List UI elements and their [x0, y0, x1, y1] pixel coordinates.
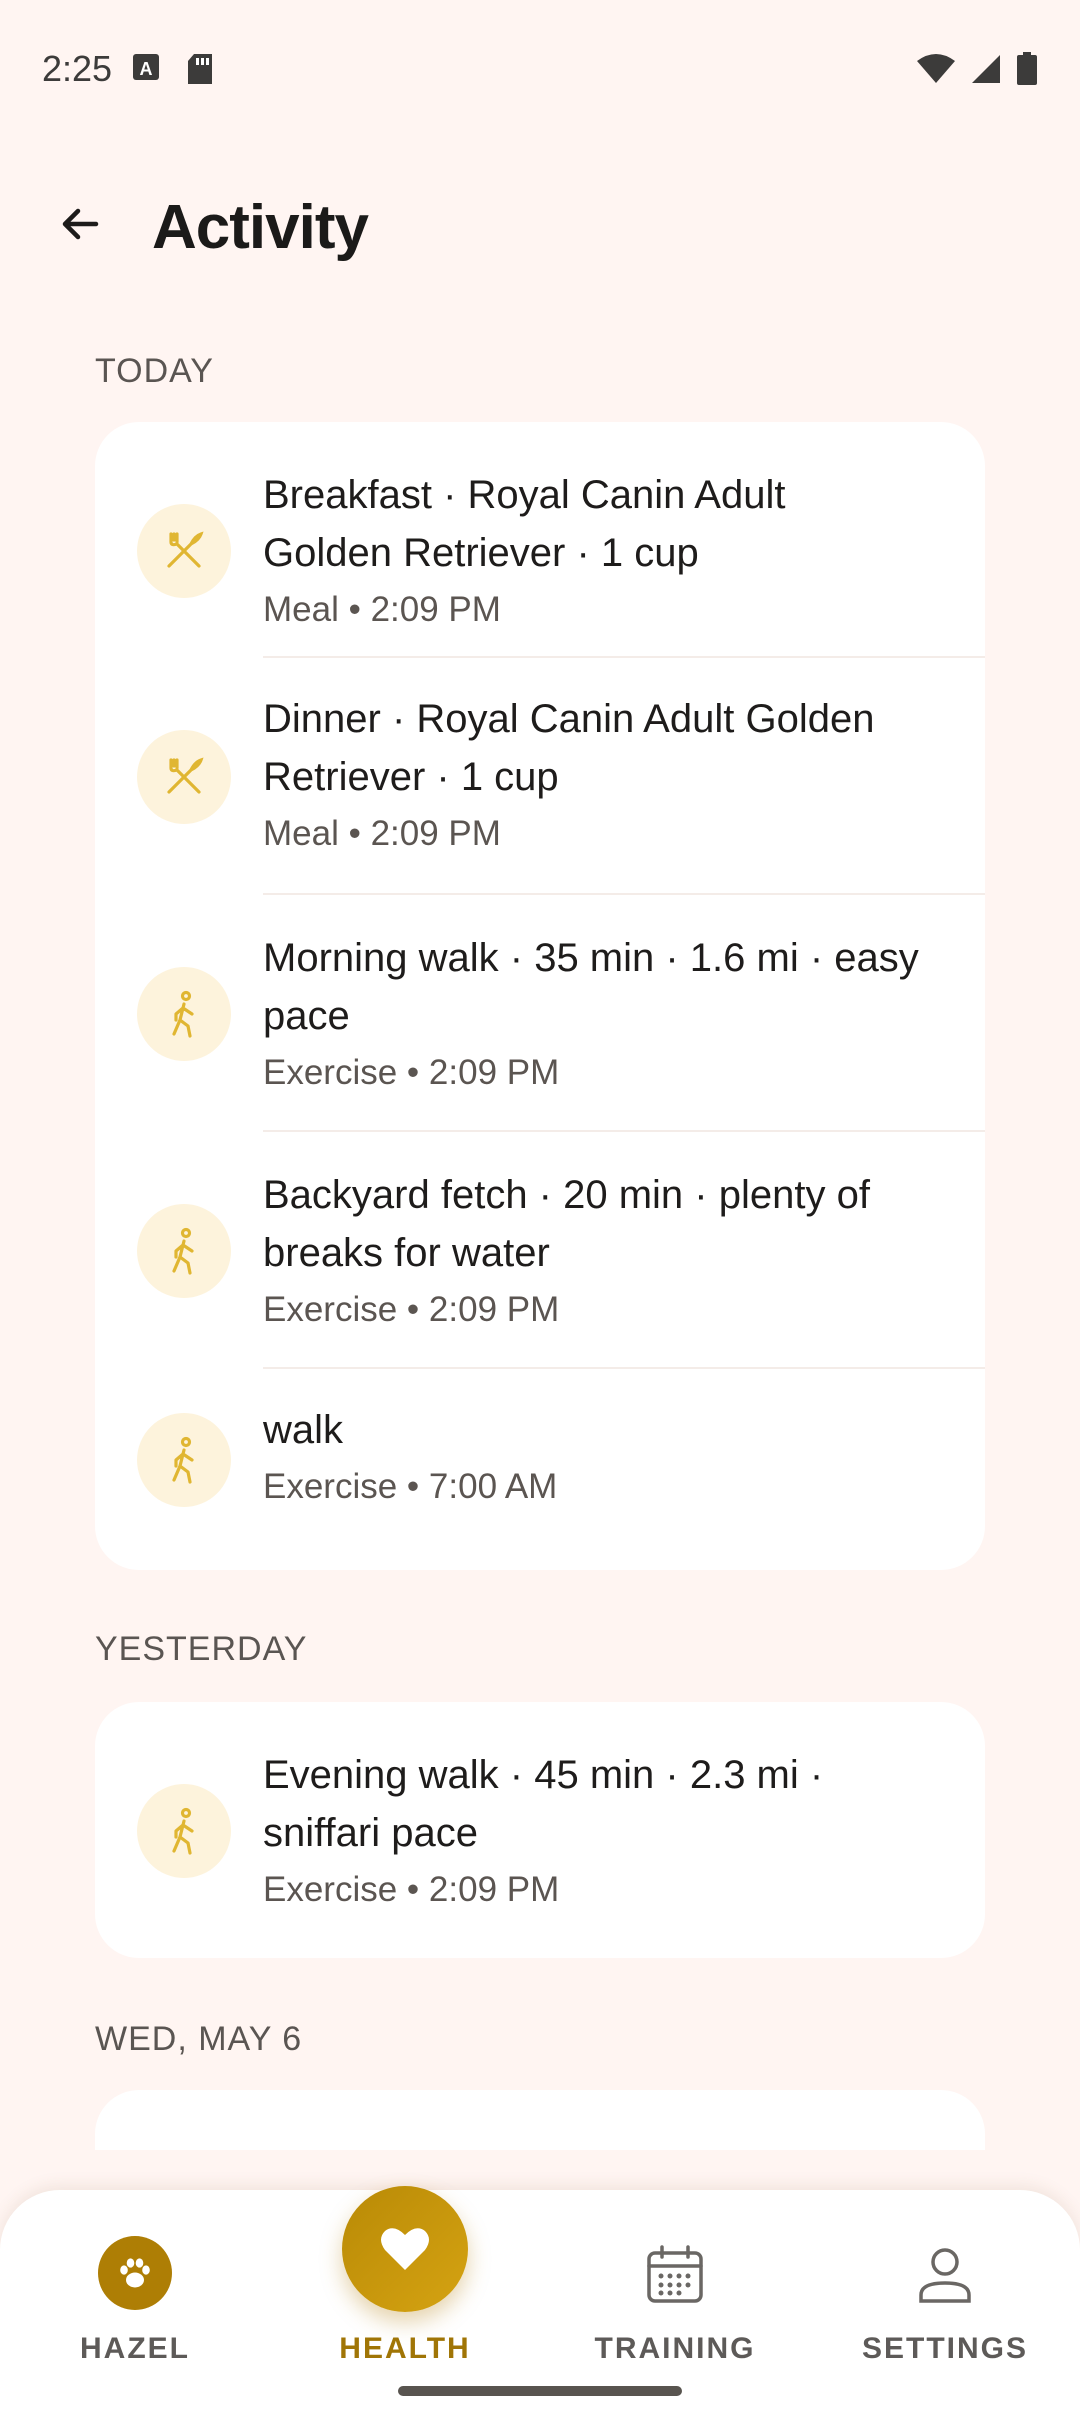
home-indicator[interactable] — [398, 2386, 682, 2396]
activity-screen: 2:25 A Activity TODAY Breakfast · Royal … — [0, 0, 1080, 2424]
list-item[interactable]: Backyard fetch · 20 min · plenty of brea… — [95, 1132, 985, 1369]
walk-icon — [137, 1784, 231, 1878]
status-time: 2:25 — [42, 48, 113, 89]
walk-icon — [137, 967, 231, 1061]
list-item[interactable]: Breakfast · Royal Canin Adult Golden Ret… — [95, 422, 985, 658]
wifi-icon — [916, 53, 956, 90]
page-title: Activity — [152, 193, 369, 262]
battery-icon — [1016, 52, 1038, 91]
status-bar: 2:25 A — [0, 0, 1080, 140]
nav-hazel[interactable]: HAZEL — [0, 2190, 270, 2424]
nav-label: TRAINING — [594, 2332, 756, 2365]
entry-title: Breakfast · Royal Canin Adult Golden Ret… — [263, 473, 786, 575]
entry-meta: Meal • 2:09 PM — [263, 590, 501, 629]
entry-meta: Exercise • 2:09 PM — [263, 1870, 560, 1909]
calendar-icon — [640, 2240, 710, 2310]
paw-icon — [98, 2236, 172, 2310]
fork-knife-icon — [137, 504, 231, 598]
keyboard-notification-icon: A — [132, 52, 160, 87]
entry-title: Dinner · Royal Canin Adult Golden Retrie… — [263, 697, 875, 799]
heart-icon — [342, 2186, 468, 2312]
svg-text:A: A — [140, 59, 153, 79]
list-item[interactable]: walk Exercise • 7:00 AM — [95, 1369, 985, 1559]
arrow-back-icon — [62, 208, 99, 240]
section-label-yesterday: YESTERDAY — [95, 1630, 308, 1668]
section-label-today: TODAY — [95, 352, 214, 390]
entry-title: Morning walk · 35 min · 1.6 mi · easy pa… — [263, 936, 919, 1038]
list-item[interactable]: Morning walk · 35 min · 1.6 mi · easy pa… — [95, 895, 985, 1132]
yesterday-card: Evening walk · 45 min · 2.3 mi · sniffar… — [95, 1702, 985, 1958]
entry-meta: Exercise • 7:00 AM — [263, 1467, 558, 1506]
app-bar: Activity — [0, 178, 1080, 278]
entry-meta: Exercise • 2:09 PM — [263, 1053, 560, 1092]
nav-label: SETTINGS — [861, 2332, 1028, 2365]
walk-icon — [137, 1204, 231, 1298]
fork-knife-icon — [137, 730, 231, 824]
entry-meta: Exercise • 2:09 PM — [263, 1290, 560, 1329]
back-button[interactable] — [48, 192, 112, 256]
section-label-wed-may-6: WED, MAY 6 — [95, 2020, 303, 2058]
entry-title: walk — [263, 1408, 344, 1452]
status-right-icons — [916, 52, 1038, 91]
person-icon — [910, 2240, 980, 2310]
today-card: Breakfast · Royal Canin Adult Golden Ret… — [95, 422, 985, 1570]
list-item[interactable]: Evening walk · 45 min · 2.3 mi · sniffar… — [95, 1702, 985, 1958]
nav-label: HEALTH — [339, 2332, 471, 2365]
entry-meta: Meal • 2:09 PM — [263, 814, 501, 853]
activity-list[interactable]: TODAY Breakfast · Royal Canin Adult Gold… — [0, 330, 1080, 2150]
cellular-signal-icon — [970, 53, 1002, 90]
entry-title: Evening walk · 45 min · 2.3 mi · sniffar… — [263, 1753, 824, 1855]
walk-icon — [137, 1413, 231, 1507]
list-item[interactable]: Dinner · Royal Canin Adult Golden Retrie… — [95, 658, 985, 895]
entry-title: Backyard fetch · 20 min · plenty of brea… — [263, 1173, 870, 1275]
nav-label: HAZEL — [80, 2332, 190, 2365]
sd-card-icon — [186, 52, 214, 91]
nav-settings[interactable]: SETTINGS — [810, 2190, 1080, 2424]
may-6-card — [95, 2090, 985, 2150]
